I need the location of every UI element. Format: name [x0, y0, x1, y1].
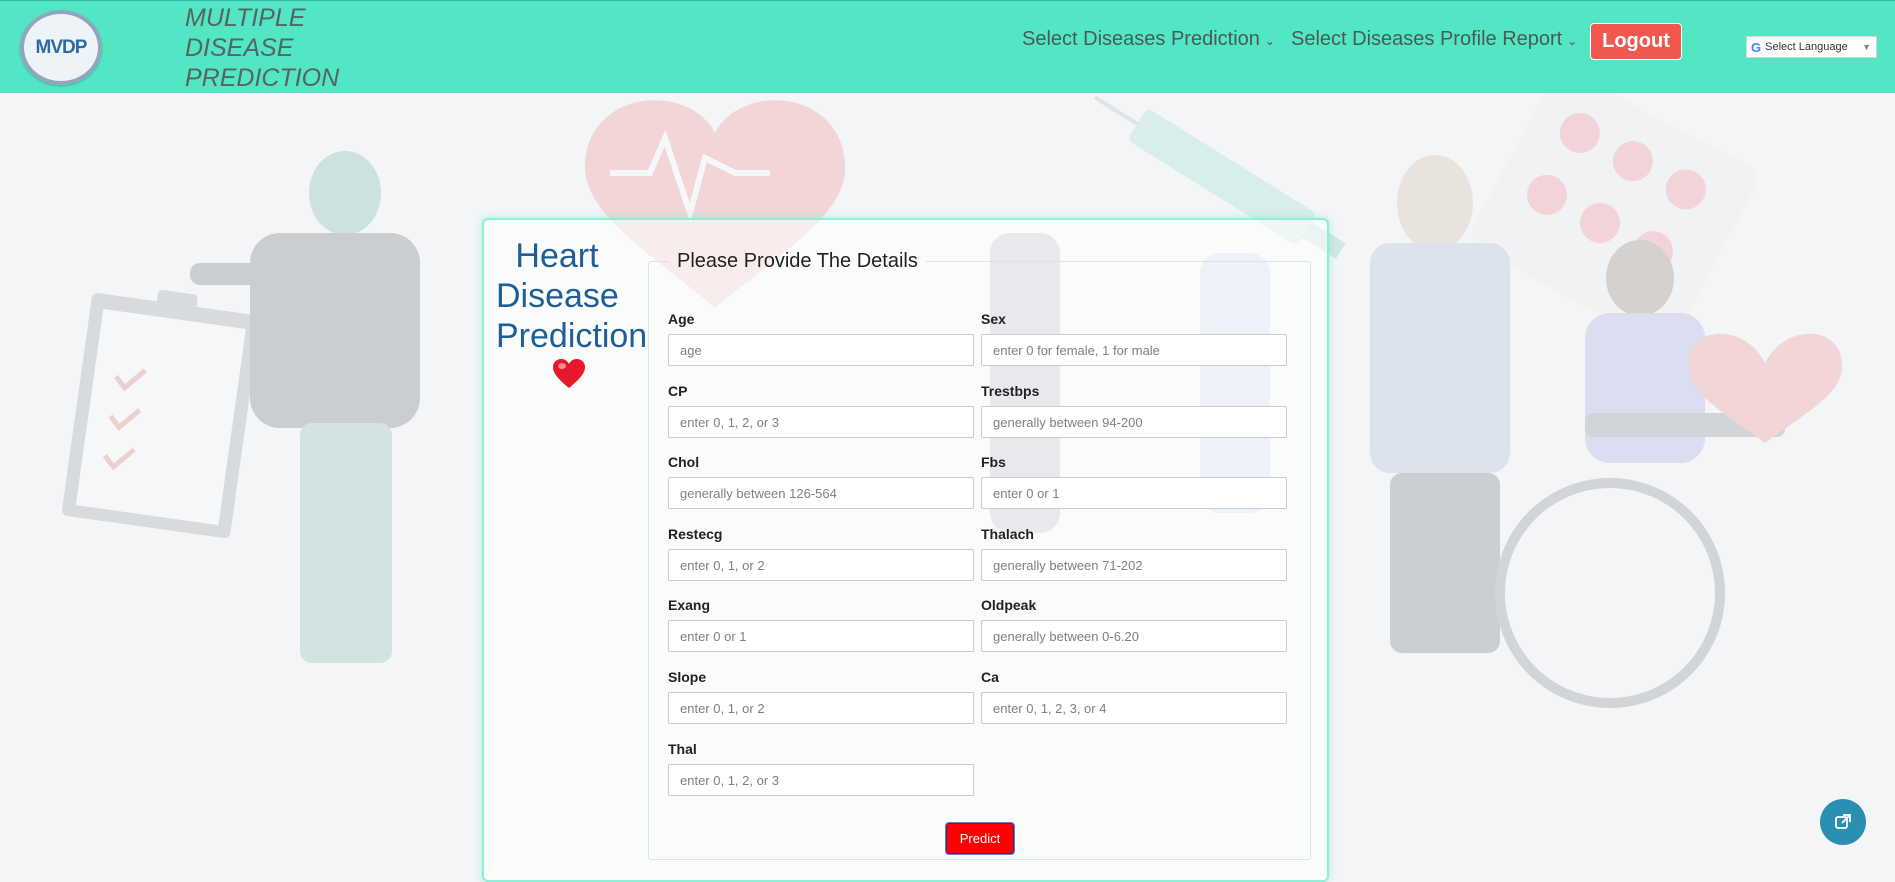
details-legend: Please Provide The Details	[677, 250, 918, 272]
language-label: Select Language	[1765, 41, 1848, 53]
language-select[interactable]: G Select Language ▼	[1746, 36, 1877, 58]
age-group: Age	[668, 311, 974, 366]
ca-input[interactable]	[981, 692, 1287, 724]
ca-group: Ca	[981, 669, 1287, 724]
fbs-group: Fbs	[981, 454, 1287, 509]
thal-input[interactable]	[668, 764, 974, 796]
oldpeak-label: Oldpeak	[981, 597, 1037, 613]
sex-input[interactable]	[981, 334, 1287, 366]
cp-label: CP	[668, 383, 688, 399]
thalach-input[interactable]	[981, 549, 1287, 581]
thal-label: Thal	[668, 741, 697, 757]
brand-title: MULTIPLE DISEASE PREDICTION	[185, 4, 340, 92]
dropdown-arrow-icon: ▼	[1862, 42, 1871, 52]
age-input[interactable]	[668, 334, 974, 366]
google-icon: G	[1751, 39, 1762, 55]
heart-icon	[553, 359, 585, 388]
age-label: Age	[668, 311, 695, 327]
chevron-down-icon: ⌄	[1264, 33, 1275, 48]
oldpeak-group: Oldpeak	[981, 597, 1287, 652]
cp-group: CP	[668, 383, 974, 438]
chol-label: Chol	[668, 454, 700, 470]
logout-button[interactable]: Logout	[1590, 23, 1682, 60]
ca-label: Ca	[981, 669, 999, 685]
restecg-label: Restecg	[668, 526, 723, 542]
exang-label: Exang	[668, 597, 711, 613]
sex-group: Sex	[981, 311, 1287, 366]
menu-select-diseases-profile-report[interactable]: Select Diseases Profile Report ⌄	[1291, 28, 1577, 51]
thalach-group: Thalach	[981, 526, 1287, 581]
trestbps-label: Trestbps	[981, 383, 1040, 399]
page-title: Heart Disease Prediction	[496, 237, 648, 355]
slope-input[interactable]	[668, 692, 974, 724]
exang-input[interactable]	[668, 620, 974, 652]
fbs-input[interactable]	[981, 477, 1287, 509]
details-fieldset: Please Provide The Details Age Sex CP Tr…	[648, 250, 1311, 860]
cp-input[interactable]	[668, 406, 974, 438]
slope-group: Slope	[668, 669, 974, 724]
menu-label: Select Diseases Profile Report	[1291, 28, 1563, 50]
prediction-card: Heart Disease Prediction Please Provide …	[482, 218, 1329, 882]
logo[interactable]: MVDP	[20, 10, 102, 85]
exang-group: Exang	[668, 597, 974, 652]
predict-button[interactable]: Predict	[946, 823, 1014, 854]
oldpeak-input[interactable]	[981, 620, 1287, 652]
menu-label: Select Diseases Prediction	[1022, 28, 1260, 50]
chol-group: Chol	[668, 454, 974, 509]
floating-open-button[interactable]	[1820, 799, 1866, 845]
sex-label: Sex	[981, 311, 1006, 327]
chol-input[interactable]	[668, 477, 974, 509]
restecg-input[interactable]	[668, 549, 974, 581]
fbs-label: Fbs	[981, 454, 1006, 470]
restecg-group: Restecg	[668, 526, 974, 581]
trestbps-input[interactable]	[981, 406, 1287, 438]
external-link-icon	[1835, 814, 1851, 829]
thalach-label: Thalach	[981, 526, 1034, 542]
menu-select-diseases-prediction[interactable]: Select Diseases Prediction ⌄	[1022, 28, 1275, 51]
logo-text: MVDP	[35, 36, 88, 58]
chevron-down-icon: ⌄	[1567, 33, 1578, 48]
thal-group: Thal	[668, 741, 974, 796]
slope-label: Slope	[668, 669, 707, 685]
navbar: MVDP MULTIPLE DISEASE PREDICTION Select …	[0, 0, 1895, 93]
trestbps-group: Trestbps	[981, 383, 1287, 438]
